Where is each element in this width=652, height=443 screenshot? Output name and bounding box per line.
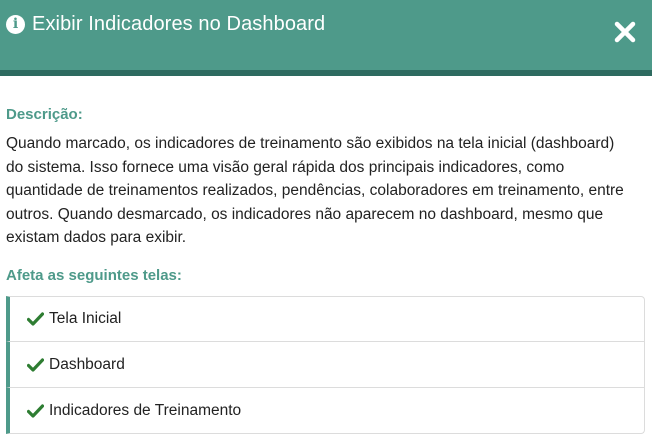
info-circle-icon: i bbox=[6, 14, 25, 34]
help-modal: i Exibir Indicadores no Dashboard Descri… bbox=[0, 0, 652, 443]
modal-body: Descrição: Quando marcado, os indicadore… bbox=[0, 76, 652, 443]
modal-title: Exibir Indicadores no Dashboard bbox=[32, 13, 326, 35]
check-icon bbox=[27, 403, 44, 418]
header-title-group: i Exibir Indicadores no Dashboard bbox=[6, 10, 325, 38]
screen-label: Tela Inicial bbox=[49, 310, 122, 327]
description-text: Quando marcado, os indicadores de treina… bbox=[6, 135, 624, 246]
affected-screens-list: Tela Inicial Dashboard Indicadores de Tr… bbox=[6, 296, 645, 434]
check-icon bbox=[27, 357, 44, 372]
close-icon bbox=[614, 21, 636, 43]
description-heading: Descrição: bbox=[6, 106, 83, 123]
list-item: Tela Inicial bbox=[6, 296, 645, 342]
modal-header: i Exibir Indicadores no Dashboard bbox=[0, 0, 652, 76]
screen-label: Indicadores de Treinamento bbox=[49, 401, 242, 419]
screen-label: Dashboard bbox=[49, 355, 125, 373]
check-icon bbox=[27, 312, 44, 326]
close-button[interactable] bbox=[612, 19, 638, 45]
affected-screens-heading: Afeta as seguintes telas: bbox=[6, 267, 182, 284]
list-item: Indicadores de Treinamento bbox=[6, 388, 645, 434]
list-item: Dashboard bbox=[6, 342, 645, 388]
